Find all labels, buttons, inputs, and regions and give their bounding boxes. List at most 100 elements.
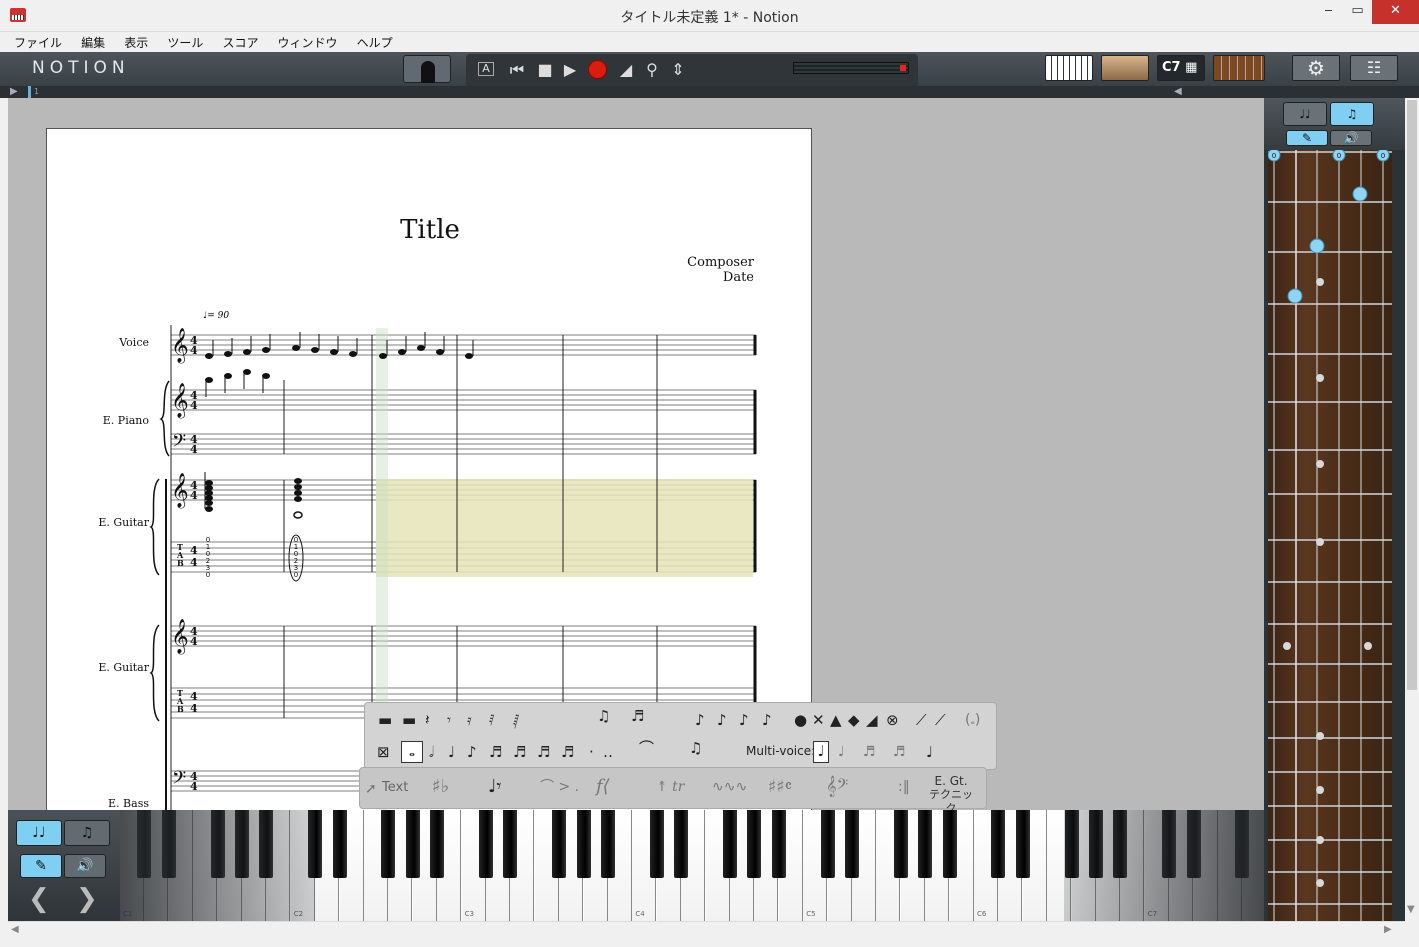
black-key[interactable] <box>747 810 762 878</box>
sixteenth-note-icon[interactable]: ♬ <box>489 743 502 761</box>
sharp-flat-icon[interactable]: ♯♭ <box>432 778 449 796</box>
grace-note-3-icon[interactable]: ♪ <box>739 711 749 729</box>
guitar-fretboard[interactable]: 0 0 0 <box>1268 150 1392 921</box>
tie-icon[interactable]: ⌒ <box>639 739 654 757</box>
voice-4-icon[interactable]: ♬ <box>893 743 906 761</box>
menu-tools[interactable]: ツール <box>167 33 203 53</box>
triplet-icon[interactable]: ♫ <box>597 707 610 725</box>
fret-speaker-icon[interactable]: 🔊 <box>1330 130 1372 146</box>
dynamics-icon[interactable]: f⟨ <box>596 778 610 796</box>
black-key[interactable] <box>552 810 567 878</box>
timeline-ruler[interactable]: ▶ 1 ◀ <box>0 86 1419 98</box>
slash-notation-2-icon[interactable]: ⟋ <box>935 711 946 729</box>
black-key[interactable] <box>405 810 420 878</box>
whole-note-icon[interactable]: 𝅝 <box>401 741 423 763</box>
playhead-marker[interactable] <box>28 86 31 98</box>
metronome-icon[interactable]: ⚲ <box>641 60 663 80</box>
black-key[interactable] <box>649 810 664 878</box>
horizontal-scrollbar[interactable]: ◀ ▶ <box>8 921 1405 939</box>
chord-mode-icon[interactable]: ♫ <box>64 820 110 846</box>
slash-notation-icon[interactable]: ⟋ <box>916 711 927 729</box>
settings-gear-icon[interactable]: ⚙ <box>1292 55 1340 81</box>
black-key[interactable] <box>1015 810 1030 878</box>
keyboard-view-button[interactable] <box>1045 55 1093 81</box>
black-key[interactable] <box>918 810 933 878</box>
dot-icon[interactable]: · <box>589 743 594 761</box>
cursor-arrow-icon[interactable]: ➚ <box>365 780 377 798</box>
stop-icon[interactable]: ■ <box>534 60 556 80</box>
note-rest-toggle-icon[interactable]: ♩𝄾 <box>488 778 501 796</box>
text-mode-icon[interactable]: A <box>478 62 494 76</box>
sixteenth-rest-icon[interactable]: 𝄿 <box>467 711 472 729</box>
black-key[interactable] <box>381 810 396 878</box>
clef-icon[interactable]: 𝄞𝄢 <box>826 778 848 796</box>
double-dot-icon[interactable]: ‥ <box>603 743 613 761</box>
minimize-button[interactable]: ‒ <box>1314 0 1343 24</box>
pencil-input-icon[interactable]: ✎ <box>20 854 62 878</box>
guitar-technique-icon[interactable]: ∿∿∿ <box>712 778 747 796</box>
tuplet-icon[interactable]: ♬ <box>631 707 644 725</box>
black-key[interactable] <box>601 810 615 878</box>
notehead-circle-x-icon[interactable]: ⊗ <box>886 711 899 729</box>
timeline-left-arrow-icon[interactable]: ▶ <box>10 86 18 97</box>
black-key[interactable] <box>771 810 786 878</box>
scroll-down-arrow-icon[interactable]: ▼ <box>1407 904 1415 915</box>
drum-pad-button[interactable] <box>1101 55 1149 81</box>
fret-single-note-icon[interactable]: ♩♩ <box>1283 102 1327 126</box>
black-key[interactable] <box>576 810 591 878</box>
black-key[interactable] <box>991 810 1006 878</box>
volume-ramp-icon[interactable]: ◢ <box>615 60 637 80</box>
chord-library-button[interactable]: C7 ▦ <box>1157 55 1205 81</box>
timeline-right-arrow-icon[interactable]: ◀ <box>1174 86 1182 97</box>
octave-down-icon[interactable]: ❮ <box>28 884 50 914</box>
menu-view[interactable]: 表示 <box>124 33 148 53</box>
close-button[interactable]: ✕ <box>1372 0 1419 24</box>
notehead-normal-icon[interactable]: ● <box>794 711 807 729</box>
menu-edit[interactable]: 編集 <box>81 33 105 53</box>
repeat-barline-icon[interactable]: :‖ <box>898 778 910 796</box>
half-note-icon[interactable]: 𝅗𝅥 <box>429 743 434 761</box>
grace-note-2-icon[interactable]: ♪ <box>717 711 727 729</box>
black-key[interactable] <box>430 810 445 878</box>
32nd-note-icon[interactable]: ♬ <box>513 743 526 761</box>
menu-help[interactable]: ヘルプ <box>357 33 393 53</box>
vertical-scrollbar[interactable]: ▼ <box>1405 98 1419 921</box>
notehead-triangle-icon[interactable]: ▲ <box>830 711 842 729</box>
32nd-rest-icon[interactable]: 𝅀 <box>489 711 495 729</box>
eighth-note-icon[interactable]: ♪ <box>467 743 477 761</box>
octave-up-icon[interactable]: ❯ <box>76 884 98 914</box>
multi-rest-icon[interactable]: ⊠ <box>377 743 390 761</box>
menu-file[interactable]: ファイル <box>14 33 62 53</box>
fretboard-view-button[interactable] <box>1213 55 1265 81</box>
text-button[interactable]: Text <box>382 780 408 795</box>
black-key[interactable] <box>723 810 737 878</box>
grace-note-icon[interactable]: ♪ <box>695 711 705 729</box>
128th-note-icon[interactable]: ♬ <box>561 743 574 761</box>
tempo-updown-icon[interactable]: ⇕ <box>669 60 687 80</box>
grace-note-4-icon[interactable]: ♪ <box>762 711 772 729</box>
slur-articulation-icon[interactable]: ⌒ > . <box>540 778 579 796</box>
parenthesis-note-icon[interactable]: (𝅗) <box>965 711 980 729</box>
half-rest-icon[interactable]: ▬ <box>402 711 416 729</box>
voice-2-icon[interactable]: ♩ <box>838 743 845 761</box>
black-key[interactable] <box>332 810 347 878</box>
key-time-signature-icon[interactable]: ♯♯𝄴 <box>768 778 792 796</box>
menu-score[interactable]: スコア <box>222 33 258 53</box>
ornament-trill-icon[interactable]: ↟ tr <box>656 778 685 796</box>
quarter-rest-icon[interactable]: 𝄽 <box>425 711 430 729</box>
black-key[interactable] <box>942 810 957 878</box>
menu-window[interactable]: ウィンドウ <box>278 33 338 53</box>
maximize-button[interactable]: ▭ <box>1343 0 1372 24</box>
eighth-rest-icon[interactable]: 𝄾 <box>447 711 451 729</box>
voice-3-icon[interactable]: ♬ <box>863 743 876 761</box>
rewind-icon[interactable]: ⏮ <box>506 60 528 80</box>
beam-icon[interactable]: ♫ <box>689 739 702 757</box>
single-note-mode-icon[interactable]: ♩♩ <box>16 820 62 846</box>
vertical-scroll-thumb[interactable] <box>1407 100 1417 690</box>
black-key[interactable] <box>893 810 908 878</box>
black-key[interactable] <box>845 810 859 878</box>
fret-chord-mode-icon[interactable]: ♫ <box>1330 102 1374 126</box>
black-key[interactable] <box>674 810 689 878</box>
notehead-diamond-icon[interactable]: ◆ <box>848 711 860 729</box>
scroll-right-arrow-icon[interactable]: ▶ <box>1384 924 1392 935</box>
